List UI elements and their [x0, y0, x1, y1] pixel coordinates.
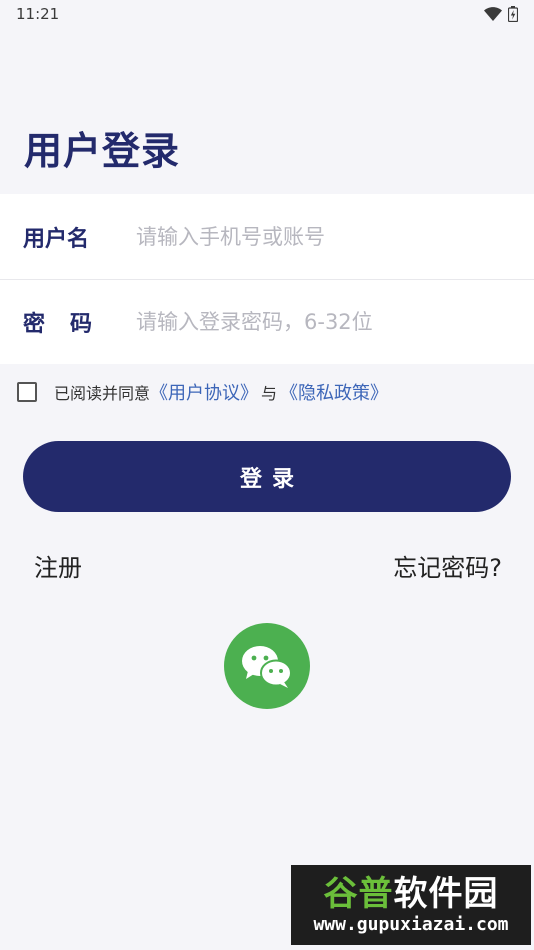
status-bar: 11:21 [0, 0, 534, 28]
forgot-password-link[interactable]: 忘记密码? [393, 548, 502, 583]
wechat-icon [242, 646, 292, 688]
status-icons [484, 6, 518, 22]
privacy-policy-link[interactable]: 《隐私政策》 [280, 379, 388, 405]
register-link[interactable]: 注册 [34, 548, 82, 583]
login-button[interactable]: 登录 [23, 441, 511, 512]
login-screen: 11:21 用户登录 用户名 密码 已阅读并同意 《 [0, 0, 534, 950]
agreement-checkbox[interactable] [17, 382, 37, 402]
wechat-login-button[interactable] [224, 623, 310, 709]
agreement-row: 已阅读并同意 《用户协议》 与 《隐私政策》 [17, 380, 388, 404]
username-input[interactable] [136, 224, 534, 249]
username-label: 用户名 [23, 226, 90, 252]
agreement-prefix: 已阅读并同意 [54, 384, 151, 403]
user-agreement-link[interactable]: 《用户协议》 [150, 379, 258, 405]
page-title: 用户登录 [24, 129, 181, 173]
password-row: 密码 [0, 279, 534, 364]
password-label: 密码 [23, 312, 118, 337]
watermark-logo: 谷普软件园 www.gupuxiazai.com [291, 865, 531, 945]
battery-icon [508, 6, 518, 22]
wifi-icon [484, 7, 502, 21]
status-time: 11:21 [16, 5, 60, 23]
login-form: 用户名 密码 [0, 194, 534, 364]
agreement-and: 与 [261, 384, 278, 403]
watermark-title: 谷普软件园 [323, 874, 499, 914]
username-row: 用户名 [0, 194, 534, 279]
watermark-url: www.gupuxiazai.com [313, 914, 509, 935]
password-input[interactable] [136, 310, 534, 334]
